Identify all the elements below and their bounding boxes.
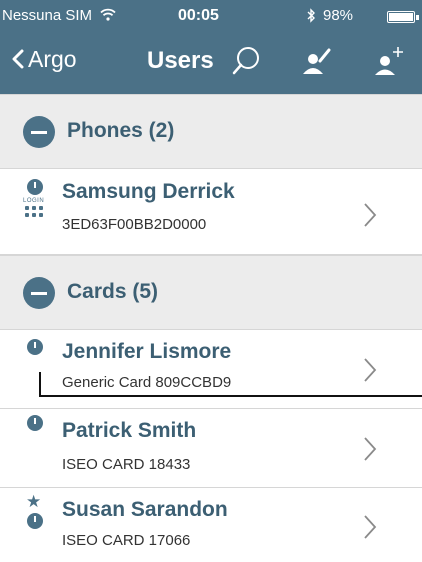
- clock-icon: [27, 339, 43, 355]
- star-icon: ★: [26, 492, 42, 511]
- list-item[interactable]: Jennifer Lismore Generic Card 809CCBD9: [0, 330, 422, 409]
- nav-bar: Argo Users: [0, 30, 422, 94]
- card-id: ISEO CARD 18433: [62, 456, 191, 473]
- device-id: 3ED63F00BB2D0000: [62, 216, 207, 233]
- chevron-right-icon: [364, 358, 377, 382]
- carrier-label: Nessuna SIM: [2, 7, 93, 24]
- battery-tip: [416, 15, 419, 20]
- login-label: LOGIN: [23, 198, 45, 204]
- back-label: Argo: [28, 45, 77, 72]
- battery-fill: [389, 13, 413, 21]
- battery-icon: [387, 11, 415, 23]
- clock-icon: [27, 415, 43, 431]
- edit-user-icon[interactable]: [296, 42, 336, 80]
- minus-circle-icon[interactable]: [23, 116, 55, 148]
- status-bar: Nessuna SIM 00:05 98%: [0, 0, 422, 30]
- chevron-right-icon: [364, 437, 377, 461]
- user-name: Patrick Smith: [62, 419, 197, 442]
- annotation-line: [39, 372, 41, 397]
- section-title: Cards (5): [67, 280, 159, 303]
- card-id: Generic Card 809CCBD9: [62, 374, 232, 391]
- status-time: 00:05: [178, 7, 219, 24]
- wifi-icon: [100, 8, 116, 21]
- annotation-line: [39, 395, 422, 397]
- card-id: ISEO CARD 17066: [62, 532, 191, 549]
- section-header-phones[interactable]: Phones (2): [0, 94, 422, 169]
- minus-circle-icon[interactable]: [23, 277, 55, 309]
- section-title: Phones (2): [67, 119, 175, 142]
- list-item[interactable]: ★ Susan Sarandon ISEO CARD 17066: [0, 488, 422, 562]
- login-keypad-icon: [25, 206, 45, 220]
- page-title: Users: [147, 47, 214, 74]
- chevron-left-icon: [12, 49, 24, 69]
- app-header: Nessuna SIM 00:05 98% Argo Users: [0, 0, 422, 94]
- list-item[interactable]: LOGIN Samsung Derrick 3ED63F00BB2D0000: [0, 169, 422, 255]
- clock-icon: [27, 513, 43, 529]
- battery-percent: 98%: [323, 7, 354, 24]
- back-button[interactable]: Argo: [12, 42, 77, 76]
- user-name: Samsung Derrick: [62, 180, 235, 203]
- bluetooth-icon: [307, 8, 315, 23]
- user-name: Jennifer Lismore: [62, 340, 232, 363]
- user-name: Susan Sarandon: [62, 498, 228, 521]
- section-header-cards[interactable]: Cards (5): [0, 255, 422, 330]
- chevron-right-icon: [364, 203, 377, 227]
- search-icon[interactable]: [226, 42, 266, 80]
- chevron-right-icon: [364, 515, 377, 539]
- clock-icon: [27, 179, 43, 195]
- add-user-icon[interactable]: [368, 42, 408, 80]
- list-item[interactable]: Patrick Smith ISEO CARD 18433: [0, 409, 422, 488]
